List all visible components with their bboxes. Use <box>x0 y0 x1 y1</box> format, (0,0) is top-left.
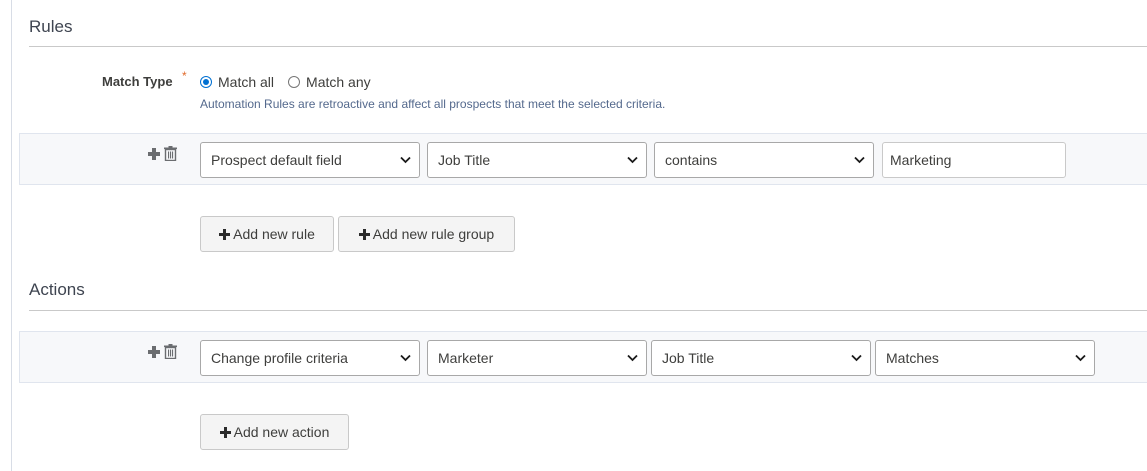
trash-icon[interactable] <box>164 146 177 161</box>
action-match-select[interactable]: Matches <box>875 340 1095 376</box>
plus-icon <box>358 228 370 240</box>
action-criteria-select[interactable]: Job Title <box>651 340 871 376</box>
add-new-action-button[interactable]: Add new action <box>200 414 349 450</box>
chevron-down-icon <box>400 156 411 164</box>
action-type-value: Change profile criteria <box>211 350 348 366</box>
chevron-down-icon <box>400 354 411 362</box>
chevron-down-icon <box>851 354 862 362</box>
add-new-rule-button[interactable]: Add new rule <box>200 216 334 252</box>
trash-icon[interactable] <box>164 344 177 359</box>
match-type-radio-group: Match all Match any <box>200 74 385 90</box>
chevron-down-icon <box>854 156 865 164</box>
match-type-label: Match Type <box>102 74 173 89</box>
rule-field-type-value: Prospect default field <box>211 152 342 168</box>
action-match-value: Matches <box>886 350 939 366</box>
rule-value-input[interactable]: Marketing <box>882 142 1066 178</box>
chevron-down-icon <box>627 354 638 362</box>
add-new-rule-group-label: Add new rule group <box>372 226 495 242</box>
actions-section-title: Actions <box>29 280 85 299</box>
action-profile-select[interactable]: Marketer <box>427 340 647 376</box>
match-any-radio[interactable] <box>288 76 301 88</box>
actions-divider <box>29 310 1147 311</box>
rule-field-type-select[interactable]: Prospect default field <box>200 142 420 178</box>
match-type-help-text: Automation Rules are retroactive and aff… <box>200 97 666 111</box>
action-type-select[interactable]: Change profile criteria <box>200 340 420 376</box>
plus-icon <box>219 228 231 240</box>
rule-operator-value: contains <box>665 152 718 168</box>
plus-icon[interactable] <box>147 345 161 359</box>
left-border <box>11 0 12 471</box>
rules-section-title: Rules <box>29 17 73 36</box>
chevron-down-icon <box>627 156 638 164</box>
rule-value-text: Marketing <box>890 152 952 168</box>
rule-field-select[interactable]: Job Title <box>427 142 647 178</box>
plus-icon[interactable] <box>147 147 161 161</box>
plus-icon <box>219 426 231 438</box>
action-criteria-value: Job Title <box>662 350 715 366</box>
add-new-rule-label: Add new rule <box>233 226 315 242</box>
match-all-label[interactable]: Match all <box>218 74 274 90</box>
action-row-icons <box>147 344 177 359</box>
rules-divider <box>29 46 1147 47</box>
add-new-action-label: Add new action <box>233 424 330 440</box>
add-new-rule-group-button[interactable]: Add new rule group <box>338 216 515 252</box>
chevron-down-icon <box>1075 354 1086 362</box>
action-profile-value: Marketer <box>438 350 494 366</box>
rule-row-icons <box>147 146 177 161</box>
rule-field-value: Job Title <box>438 152 491 168</box>
rule-operator-select[interactable]: contains <box>654 142 874 178</box>
match-any-label[interactable]: Match any <box>306 74 371 90</box>
required-marker: * <box>182 69 187 83</box>
match-all-radio[interactable] <box>200 76 212 88</box>
